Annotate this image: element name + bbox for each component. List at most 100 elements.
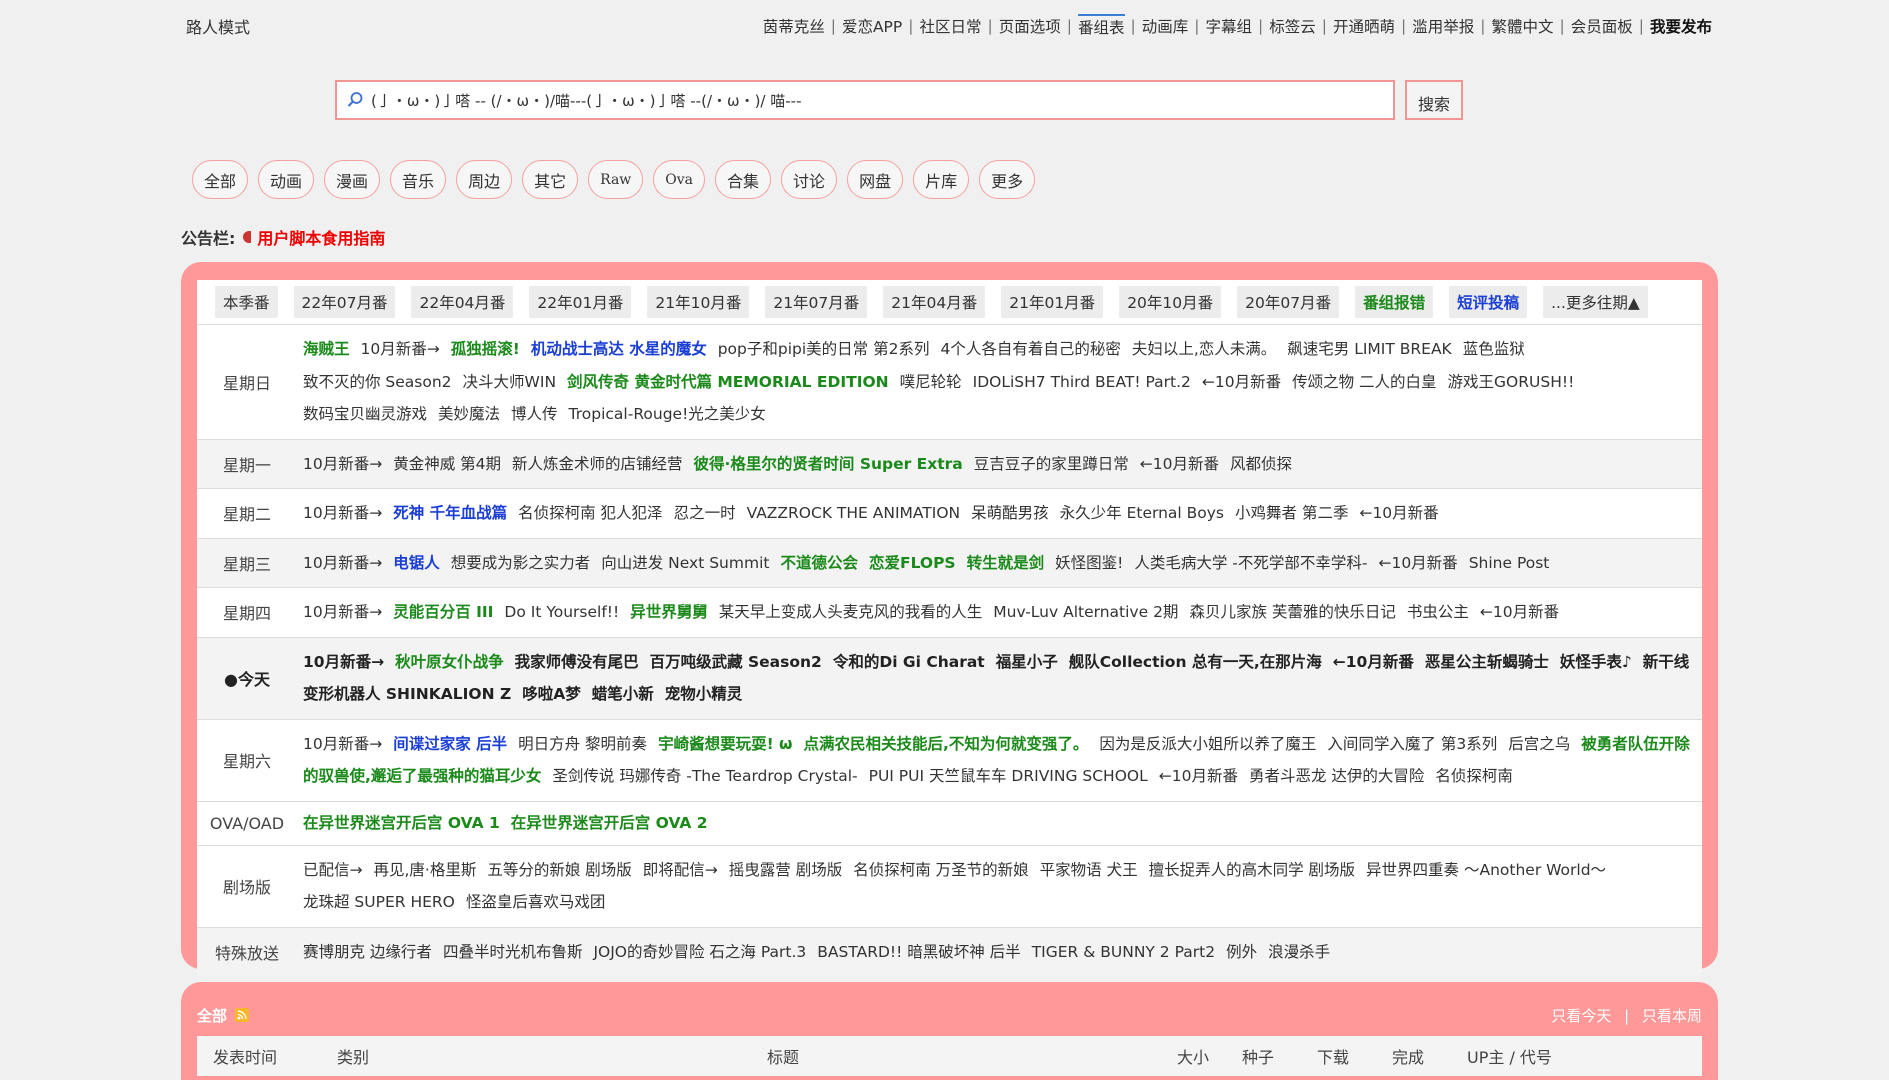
anime-title-link[interactable]: 在异世界迷宫开后宫 OVA 2	[511, 814, 708, 832]
nav-link[interactable]: 标签云	[1269, 15, 1316, 37]
anime-title-link[interactable]: 后宫之乌	[1508, 735, 1570, 753]
season-tab[interactable]: 短评投稿	[1449, 286, 1528, 318]
anime-title-link[interactable]: 黄金神威 第4期	[393, 455, 501, 473]
category-button[interactable]: 网盘	[847, 160, 904, 199]
anime-title-link[interactable]: 飙速宅男 LIMIT BREAK	[1287, 340, 1451, 358]
anime-title-link[interactable]: 彼得·格里尔的贤者时间 Super Extra	[694, 455, 963, 473]
anime-title-link[interactable]: 宇崎酱想要玩耍! ω	[658, 735, 792, 753]
anime-title-link[interactable]: 转生就是剑	[967, 554, 1045, 572]
nav-link[interactable]: 动画库	[1142, 15, 1189, 37]
anime-title-link[interactable]: 噗尼轮轮	[900, 373, 962, 391]
anime-title-link[interactable]: 龙珠超 SUPER HERO	[303, 893, 455, 911]
anime-title-link[interactable]: PUI PUI 天竺鼠车车 DRIVING SCHOOL	[869, 767, 1148, 785]
anime-title-link[interactable]: 再见,唐·格里斯	[374, 861, 477, 879]
anime-title-link[interactable]: 明日方舟 黎明前奏	[518, 735, 647, 753]
anime-title-link[interactable]: 致不灭的你 Season2	[303, 373, 452, 391]
anime-title-link[interactable]: 名侦探柯南	[1435, 767, 1513, 785]
anime-title-link[interactable]: 平家物语 犬王	[1040, 861, 1138, 879]
season-tab[interactable]: ...更多往期▲	[1543, 286, 1648, 318]
column-header[interactable]: UP主 / 代号	[1467, 1044, 1647, 1068]
anime-title-link[interactable]: TIGER & BUNNY 2 Part2	[1032, 943, 1215, 961]
season-tab[interactable]: 番组报错	[1355, 286, 1434, 318]
category-button[interactable]: 全部	[192, 160, 249, 199]
anime-title-link[interactable]: 舰队Collection 总有一天,在那片海	[1069, 653, 1322, 671]
anime-title-link[interactable]: 小鸡舞者 第二季	[1235, 504, 1348, 522]
anime-title-link[interactable]: 四叠半时光机布鲁斯	[443, 943, 583, 961]
season-tab[interactable]: 22年07月番	[293, 286, 396, 318]
anime-title-link[interactable]: Tropical-Rouge!光之美少女	[569, 405, 766, 423]
anime-title-link[interactable]: 海贼王	[303, 340, 350, 358]
anime-title-link[interactable]: BASTARD!! 暗黑破坏神 后半	[817, 943, 1020, 961]
column-header[interactable]: 种子	[1242, 1044, 1317, 1068]
anime-title-link[interactable]: 10月新番→	[303, 653, 384, 671]
anime-title-link[interactable]: 我家师傅没有尾巴	[515, 653, 639, 671]
anime-title-link[interactable]: 新人炼金术师的店铺经营	[512, 455, 683, 473]
category-button[interactable]: 更多	[979, 160, 1036, 199]
anime-title-link[interactable]: 异世界舅舅	[630, 603, 708, 621]
season-tab[interactable]: 21年04月番	[883, 286, 986, 318]
category-button[interactable]: 动画	[258, 160, 315, 199]
anime-title-link[interactable]: 美妙魔法	[438, 405, 500, 423]
anime-title-link[interactable]: ←10月新番	[1202, 373, 1281, 391]
anime-title-link[interactable]: 剑风传奇 黄金时代篇 MEMORIAL EDITION	[567, 373, 889, 391]
anime-title-link[interactable]: 宠物小精灵	[665, 685, 743, 703]
category-button[interactable]: Raw	[588, 160, 644, 199]
anime-title-link[interactable]: 五等分的新娘 剧场版	[487, 861, 631, 879]
guest-mode-label[interactable]: 路人模式	[186, 14, 250, 38]
nav-link[interactable]: 茵蒂克丝	[763, 15, 825, 37]
anime-title-link[interactable]: ←10月新番	[1359, 504, 1438, 522]
anime-title-link[interactable]: Do It Yourself!!	[504, 603, 619, 621]
anime-title-link[interactable]: 豆吉豆子的家里蹲日常	[974, 455, 1129, 473]
column-header[interactable]: 大小	[1177, 1044, 1242, 1068]
nav-link[interactable]: 滥用举报	[1412, 15, 1474, 37]
anime-title-link[interactable]: 10月新番→	[303, 554, 382, 572]
anime-title-link[interactable]: 电锯人	[393, 554, 440, 572]
anime-title-link[interactable]: 10月新番→	[361, 340, 440, 358]
anime-title-link[interactable]: 忍之一时	[674, 504, 736, 522]
season-tab[interactable]: 22年04月番	[411, 286, 514, 318]
anime-title-link[interactable]: 风都侦探	[1230, 455, 1292, 473]
anime-title-link[interactable]: Muv-Luv Alternative 2期	[993, 603, 1178, 621]
season-tab[interactable]: 20年10月番	[1119, 286, 1222, 318]
nav-link[interactable]: 字幕组	[1205, 15, 1252, 37]
nav-link[interactable]: 页面选项	[999, 15, 1061, 37]
anime-title-link[interactable]: 因为是反派大小姐所以养了魔王	[1099, 735, 1316, 753]
anime-title-link[interactable]: 不道德公会	[780, 554, 858, 572]
anime-title-link[interactable]: 传颂之物 二人的白皇	[1292, 373, 1436, 391]
anime-title-link[interactable]: 书虫公主	[1407, 603, 1469, 621]
anime-title-link[interactable]: 10月新番→	[303, 603, 382, 621]
anime-title-link[interactable]: Shine Post	[1469, 554, 1550, 572]
category-button[interactable]: 片库	[913, 160, 970, 199]
anime-title-link[interactable]: 摇曳露营 剧场版	[729, 861, 842, 879]
nav-link[interactable]: 番组表	[1077, 14, 1125, 38]
anime-title-link[interactable]: JOJO的奇妙冒险 石之海 Part.3	[593, 943, 806, 961]
anime-title-link[interactable]: ←10月新番	[1378, 554, 1457, 572]
anime-title-link[interactable]: 蓝色监狱	[1463, 340, 1525, 358]
anime-title-link[interactable]: 妖怪手表♪	[1560, 653, 1632, 671]
anime-title-link[interactable]: 想要成为影之实力者	[451, 554, 591, 572]
anime-title-link[interactable]: VAZZROCK THE ANIMATION	[747, 504, 961, 522]
category-button[interactable]: 讨论	[781, 160, 838, 199]
category-button[interactable]: 音乐	[390, 160, 447, 199]
anime-title-link[interactable]: 向山进发 Next Summit	[601, 554, 769, 572]
anime-title-link[interactable]: 点满农民相关技能后,不知为何就变强了。	[804, 735, 1089, 753]
search-input[interactable]	[371, 91, 1381, 109]
anime-title-link[interactable]: 孤独摇滚!	[451, 340, 520, 358]
season-tab[interactable]: 22年01月番	[529, 286, 632, 318]
column-header[interactable]: 类别	[337, 1044, 767, 1068]
anime-title-link[interactable]: 入间同学入魔了 第3系列	[1327, 735, 1497, 753]
anime-title-link[interactable]: 即将配信→	[643, 861, 718, 879]
season-tab[interactable]: 21年01月番	[1001, 286, 1104, 318]
anime-title-link[interactable]: 灵能百分百 III	[393, 603, 493, 621]
anime-title-link[interactable]: 圣剑传说 玛娜传奇 -The Teardrop Crystal-	[552, 767, 857, 785]
anime-title-link[interactable]: 秋叶原女仆战争	[395, 653, 504, 671]
season-tab[interactable]: 21年10月番	[647, 286, 750, 318]
anime-title-link[interactable]: IDOLiSH7 Third BEAT! Part.2	[973, 373, 1191, 391]
anime-title-link[interactable]: 浪漫杀手	[1268, 943, 1330, 961]
anime-title-link[interactable]: 森贝儿家族 芙蕾雅的快乐日记	[1189, 603, 1395, 621]
anime-title-link[interactable]: 10月新番→	[303, 504, 382, 522]
anime-title-link[interactable]: ←10月新番	[1159, 767, 1238, 785]
column-header[interactable]: 完成	[1392, 1044, 1467, 1068]
nav-link[interactable]: 社区日常	[919, 15, 981, 37]
anime-title-link[interactable]: 某天早上变成人头麦克风的我看的人生	[719, 603, 983, 621]
